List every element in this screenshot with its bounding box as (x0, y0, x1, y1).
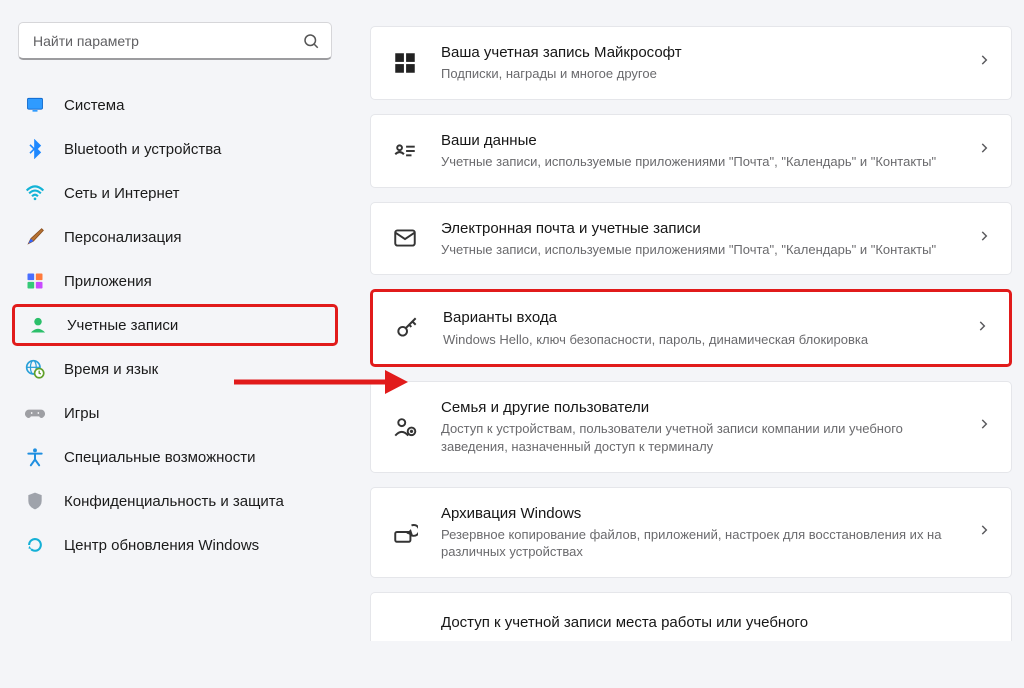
card-subtitle: Резервное копирование файлов, приложений… (441, 526, 955, 561)
chevron-right-icon (975, 319, 993, 338)
card-text: Доступ к учетной записи места работы или… (441, 613, 995, 633)
sidebar-item-privacy[interactable]: Конфиденциальность и защита (12, 480, 338, 522)
chevron-right-icon (977, 523, 995, 542)
sidebar-item-update[interactable]: Центр обновления Windows (12, 524, 338, 566)
sidebar-item-system[interactable]: Система (12, 84, 338, 126)
card-subtitle: Учетные записи, используемые приложениям… (441, 153, 955, 171)
sidebar-item-label: Специальные возможности (64, 449, 256, 466)
search-wrap (18, 22, 332, 60)
card-title: Ваши данные (441, 131, 955, 151)
card-title: Варианты входа (443, 308, 953, 328)
settings-sidebar: Система Bluetooth и устройства Сеть и Ин… (0, 0, 350, 688)
envelope-icon (391, 224, 419, 252)
card-email-accounts[interactable]: Электронная почта и учетные записи Учетн… (370, 202, 1012, 276)
sidebar-item-network[interactable]: Сеть и Интернет (12, 172, 338, 214)
chevron-right-icon (977, 417, 995, 436)
card-subtitle: Windows Hello, ключ безопасности, пароль… (443, 331, 953, 349)
people-plus-icon (391, 413, 419, 441)
sidebar-item-personalization[interactable]: Персонализация (12, 216, 338, 258)
chevron-right-icon (977, 229, 995, 248)
card-text: Электронная почта и учетные записи Учетн… (441, 219, 955, 259)
card-text: Ваши данные Учетные записи, используемые… (441, 131, 955, 171)
sidebar-item-accounts[interactable]: Учетные записи (12, 304, 338, 346)
sidebar-item-label: Учетные записи (67, 317, 178, 334)
card-title: Семья и другие пользователи (441, 398, 955, 418)
nav: Система Bluetooth и устройства Сеть и Ин… (12, 84, 338, 566)
card-your-info[interactable]: Ваши данные Учетные записи, используемые… (370, 114, 1012, 188)
sidebar-item-label: Сеть и Интернет (64, 185, 180, 202)
sidebar-item-label: Игры (64, 405, 99, 422)
card-title: Доступ к учетной записи места работы или… (441, 613, 995, 633)
card-text: Архивация Windows Резервное копирование … (441, 504, 955, 561)
key-icon (393, 314, 421, 342)
card-title: Электронная почта и учетные записи (441, 219, 955, 239)
chevron-right-icon (977, 141, 995, 160)
id-card-icon (391, 137, 419, 165)
accessibility-icon (24, 446, 46, 468)
sidebar-item-label: Bluetooth и устройства (64, 141, 221, 158)
sidebar-item-time[interactable]: Время и язык (12, 348, 338, 390)
sidebar-item-label: Персонализация (64, 229, 182, 246)
card-microsoft-account[interactable]: Ваша учетная запись Майкрософт Подписки,… (370, 26, 1012, 100)
accounts-content: Ваша учетная запись Майкрософт Подписки,… (350, 0, 1024, 688)
sidebar-item-accessibility[interactable]: Специальные возможности (12, 436, 338, 478)
card-text: Семья и другие пользователи Доступ к уст… (441, 398, 955, 455)
sidebar-item-label: Конфиденциальность и защита (64, 493, 284, 510)
sidebar-item-label: Время и язык (64, 361, 158, 378)
sidebar-item-apps[interactable]: Приложения (12, 260, 338, 302)
chevron-right-icon (977, 53, 995, 72)
card-subtitle: Учетные записи, используемые приложениям… (441, 241, 955, 259)
card-subtitle: Подписки, награды и многое другое (441, 65, 955, 83)
bluetooth-icon (24, 138, 46, 160)
card-subtitle: Доступ к устройствам, пользователи учетн… (441, 420, 955, 455)
card-family[interactable]: Семья и другие пользователи Доступ к уст… (370, 381, 1012, 472)
search-input[interactable] (18, 22, 332, 60)
person-icon (27, 314, 49, 336)
shield-icon (24, 490, 46, 512)
sidebar-item-label: Приложения (64, 273, 152, 290)
wifi-icon (24, 182, 46, 204)
card-title: Архивация Windows (441, 504, 955, 524)
sidebar-item-bluetooth[interactable]: Bluetooth и устройства (12, 128, 338, 170)
globe-clock-icon (24, 358, 46, 380)
card-signin-options[interactable]: Варианты входа Windows Hello, ключ безоп… (370, 289, 1012, 367)
paintbrush-icon (24, 226, 46, 248)
card-text: Варианты входа Windows Hello, ключ безоп… (443, 308, 953, 348)
apps-icon (24, 270, 46, 292)
gamepad-icon (24, 402, 46, 424)
monitor-icon (24, 94, 46, 116)
microsoft-icon (391, 49, 419, 77)
sidebar-item-gaming[interactable]: Игры (12, 392, 338, 434)
card-backup[interactable]: Архивация Windows Резервное копирование … (370, 487, 1012, 578)
search-icon (302, 32, 320, 50)
card-title: Ваша учетная запись Майкрософт (441, 43, 955, 63)
update-icon (24, 534, 46, 556)
card-text: Ваша учетная запись Майкрософт Подписки,… (441, 43, 955, 83)
sidebar-item-label: Система (64, 97, 124, 114)
sidebar-item-label: Центр обновления Windows (64, 537, 259, 554)
card-work-school[interactable]: Доступ к учетной записи места работы или… (370, 592, 1012, 641)
backup-sync-icon (391, 518, 419, 546)
